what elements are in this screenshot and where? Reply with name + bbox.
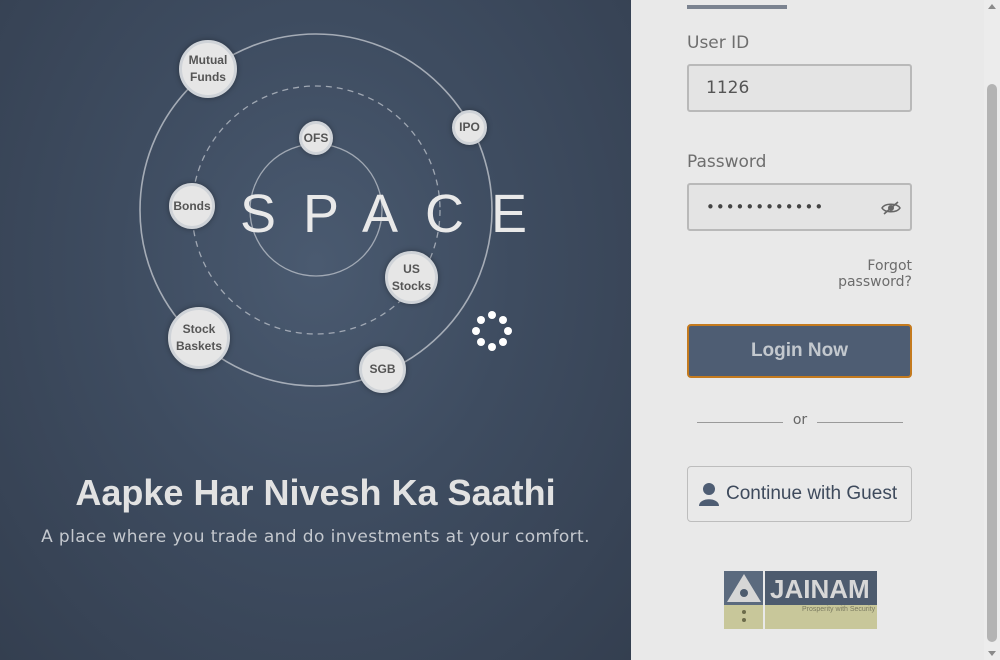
logo-name: JAINAM <box>770 574 870 604</box>
password-field[interactable]: •••••••••••• <box>687 183 912 231</box>
node-ofs: OFS <box>299 121 333 155</box>
orbit-rings <box>139 33 493 387</box>
password-value: •••••••••••• <box>706 198 825 216</box>
logo-tagline: Prosperity with Security <box>802 606 876 613</box>
node-stock-baskets: Stock Baskets <box>168 307 230 369</box>
hero-subtagline: A place where you trade and do investmen… <box>41 527 590 547</box>
password-label: Password <box>687 152 767 172</box>
scroll-thumb[interactable] <box>987 84 997 642</box>
user-icon <box>699 483 719 506</box>
hero-tagline: Aapke Har Nivesh Ka Saathi <box>75 472 556 513</box>
spinner-icon <box>472 311 512 351</box>
or-divider: or <box>697 412 903 432</box>
guest-button-label: Continue with Guest <box>726 483 898 504</box>
divider-line-right <box>817 422 903 423</box>
node-bonds: Bonds <box>169 183 215 229</box>
active-tab-indicator <box>687 5 787 9</box>
scroll-down-arrow-icon[interactable] <box>988 651 996 656</box>
eye-slash-icon[interactable] <box>881 200 901 216</box>
node-ipo: IPO <box>452 110 487 145</box>
jainam-logo: JAINAM Prosperity with Security <box>724 571 877 629</box>
vertical-scrollbar[interactable] <box>984 0 1000 660</box>
node-sgb: SGB <box>359 346 406 393</box>
scroll-up-arrow-icon[interactable] <box>988 4 996 9</box>
continue-as-guest-button[interactable]: Continue with Guest <box>687 466 912 522</box>
user-id-label: User ID <box>687 33 750 53</box>
user-id-value: 1126 <box>706 78 750 98</box>
node-us-stocks: US Stocks <box>385 251 438 304</box>
login-button[interactable]: Login Now <box>687 324 912 378</box>
space-brand-word: SPACE <box>240 184 555 244</box>
node-mutual-funds: Mutual Funds <box>179 40 237 98</box>
divider-text: or <box>792 412 808 428</box>
hero-panel: SPACE Mutual Funds IPO OFS Bonds US Stoc… <box>0 0 631 660</box>
forgot-password-link[interactable]: Forgot password? <box>792 258 912 290</box>
user-id-field[interactable]: 1126 <box>687 64 912 112</box>
login-panel: User ID 1126 Password •••••••••••• Forgo… <box>631 0 984 660</box>
